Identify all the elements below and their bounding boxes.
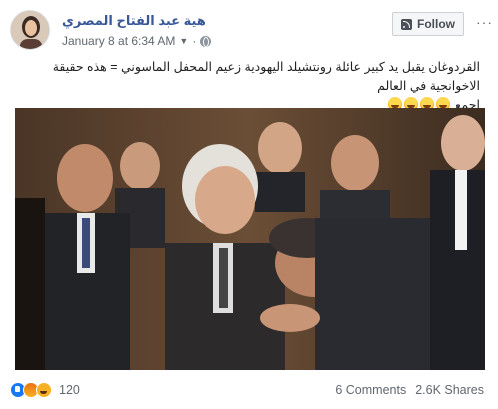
globe-icon: [200, 35, 212, 47]
reaction-count: 120: [59, 383, 80, 397]
caret-down-icon[interactable]: ▼: [179, 36, 188, 46]
post-meta: January 8 at 6:34 AM ▼ ·: [62, 34, 212, 48]
post-timestamp[interactable]: January 8 at 6:34 AM: [62, 34, 175, 48]
post-text-line-1: القردوغان يقبل يد كبير عائلة رونتشيلد ال…: [52, 60, 480, 93]
comments-link[interactable]: 6 Comments: [335, 383, 406, 397]
post-text: القردوغان يقبل يد كبير عائلة رونتشيلد ال…: [10, 58, 480, 115]
post-photo[interactable]: [15, 108, 485, 370]
reactions-summary[interactable]: 120: [10, 382, 80, 398]
author-avatar[interactable]: [10, 10, 50, 50]
author-name[interactable]: هية عبد الفتاح المصري: [62, 13, 206, 29]
haha-reaction-icon: [36, 382, 52, 398]
follow-icon: [401, 18, 412, 30]
more-options-icon[interactable]: ···: [476, 14, 493, 30]
shares-link[interactable]: 2.6K Shares: [415, 383, 484, 397]
follow-button[interactable]: Follow: [392, 12, 464, 36]
follow-label: Follow: [417, 17, 455, 31]
engagement-counts: 6 Comments 2.6K Shares: [335, 383, 484, 397]
facebook-post: هية عبد الفتاح المصري January 8 at 6:34 …: [0, 0, 498, 409]
